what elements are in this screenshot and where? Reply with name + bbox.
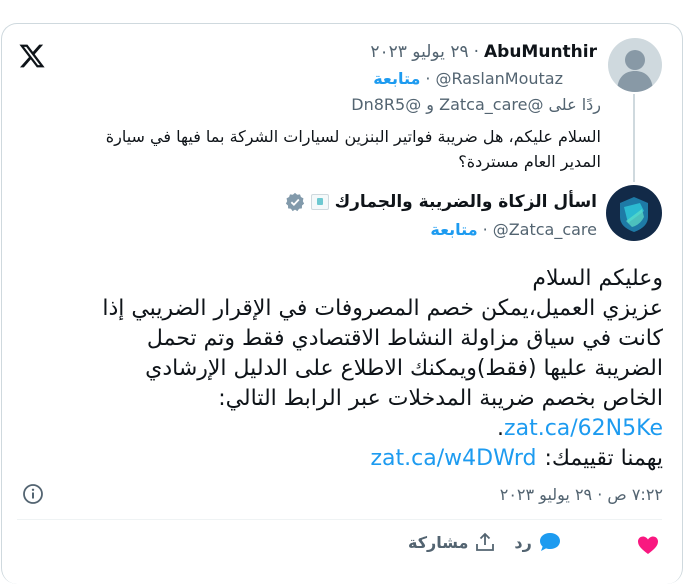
separator-dot: · xyxy=(425,69,431,88)
avatar[interactable] xyxy=(606,185,662,241)
info-icon[interactable] xyxy=(22,483,44,505)
action-bar: رد مشاركة xyxy=(408,531,562,553)
follow-button[interactable]: متابعة xyxy=(373,69,420,88)
replying-to-handles[interactable]: @Zatca_care و @Dn8R5 xyxy=(351,95,543,114)
reply-button[interactable]: رد xyxy=(514,531,561,553)
avatar[interactable] xyxy=(608,38,662,92)
parent-handle-row: @RaslanMoutaz · متابعة xyxy=(373,69,563,88)
tweet-link[interactable]: zat.ca/w4DWrd xyxy=(371,444,537,474)
separator-dot: · xyxy=(482,220,488,239)
tweet-date[interactable]: ٢٩ يوليو ٢٠٢٣ xyxy=(370,42,468,62)
text-line: عزيزي العميل،يمكن خصم المصروفات في الإقر… xyxy=(102,296,663,321)
text-line: كانت في سياق مزاولة النشاط الاقتصادي فقط… xyxy=(146,326,663,351)
share-label: مشاركة xyxy=(408,532,469,552)
reply-tweet-text: وعليكم السلام عزيزي العميل،يمكن خصم المص… xyxy=(23,264,663,474)
text-line: وعليكم السلام xyxy=(532,266,663,291)
follow-button[interactable]: متابعة xyxy=(430,220,477,239)
x-logo-icon[interactable] xyxy=(18,42,46,70)
share-button[interactable]: مشاركة xyxy=(408,531,496,553)
replying-to: ردًا على @Zatca_care و @Dn8R5 xyxy=(351,95,601,114)
text-line: الخاص بخصم ضريبة المدخلات عبر الرابط الت… xyxy=(218,386,663,411)
text-line: المدير العام مستردة؟ xyxy=(458,152,601,171)
verified-badge-icon[interactable] xyxy=(285,192,305,212)
rating-line: يهمنا تقييمك: zat.ca/w4DWrd xyxy=(23,444,664,474)
text-line: السلام عليكم، هل ضريبة فواتير البنزين لس… xyxy=(105,127,601,146)
share-icon xyxy=(476,532,495,551)
display-name[interactable]: اسأل الزكاة والضريبة والجمارك xyxy=(335,192,597,212)
reply-handle-row: @Zatca_care · متابعة xyxy=(430,220,597,239)
parent-tweet-text: السلام عليكم، هل ضريبة فواتير البنزين لس… xyxy=(21,124,601,174)
default-avatar-icon xyxy=(617,50,653,92)
rating-prefix: يهمنا تقييمك: xyxy=(544,446,663,471)
zatca-logo-icon xyxy=(620,197,648,232)
handle[interactable]: @Zatca_care xyxy=(493,220,597,239)
reply-header: اسأل الزكاة والضريبة والجمارك xyxy=(285,192,597,212)
reply-label: رد xyxy=(514,532,532,552)
display-name[interactable]: AbuMunthir xyxy=(484,42,597,62)
parent-header: AbuMunthir · ٢٩ يوليو ٢٠٢٣ xyxy=(370,42,597,62)
flag-badge-icon xyxy=(310,194,329,210)
separator-dot: · xyxy=(473,42,479,62)
speech-bubble-icon xyxy=(539,533,560,551)
tweet-timestamp[interactable]: ٧:٢٢ ص · ٢٩ يوليو ٢٠٢٣ xyxy=(500,485,663,504)
handle[interactable]: @RaslanMoutaz xyxy=(435,69,563,88)
thread-line xyxy=(633,94,635,182)
text-line: الضريبة عليها (فقط)ويمكنك الاطلاع على ال… xyxy=(145,356,663,381)
divider xyxy=(17,519,662,520)
link-line: .zat.ca/62N5Ke xyxy=(23,414,663,444)
heart-icon[interactable] xyxy=(636,534,660,556)
tweet-link[interactable]: zat.ca/62N5Ke xyxy=(504,416,663,441)
replying-to-prefix: ردًا على xyxy=(548,95,601,114)
link-suffix: . xyxy=(497,416,505,441)
